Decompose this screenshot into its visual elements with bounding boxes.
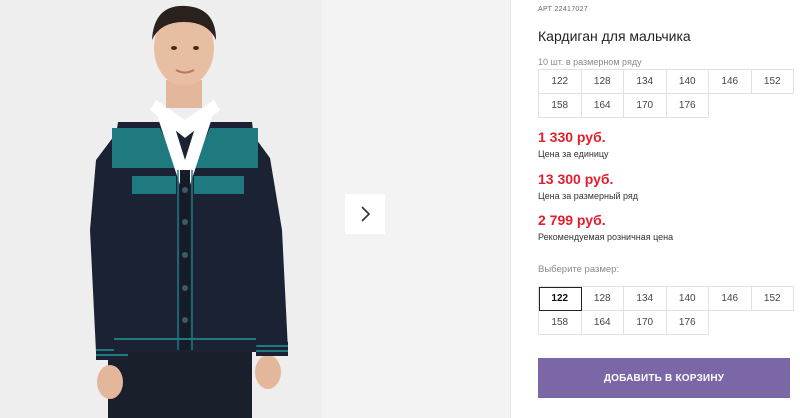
- size-option[interactable]: 152: [751, 287, 794, 311]
- add-to-cart-button[interactable]: ДОБАВИТЬ В КОРЗИНУ: [538, 358, 790, 398]
- size-picker-grid: 122 128 134 140 146 152 158 164 170 176: [538, 286, 794, 335]
- range-price-label: Цена за размерный ряд: [538, 191, 639, 201]
- retail-price: 2 799 руб.: [538, 212, 606, 228]
- product-title: Кардиган для мальчика: [538, 28, 691, 44]
- divider: [510, 0, 511, 418]
- range-size-cell: 122: [539, 70, 582, 94]
- size-option[interactable]: 134: [624, 287, 667, 311]
- size-range-note: 10 шт. в размерном ряду: [538, 57, 642, 67]
- boy-in-cardigan-illustration: [0, 0, 322, 418]
- article-value: 22417027: [554, 6, 588, 13]
- gallery-next-button[interactable]: [345, 194, 385, 234]
- size-picker-label: Выберите размер:: [538, 264, 620, 275]
- range-size-cell: 140: [666, 70, 709, 94]
- size-option[interactable]: 176: [666, 311, 709, 335]
- size-option[interactable]: 158: [539, 311, 582, 335]
- range-size-cell: 128: [581, 70, 624, 94]
- retail-price-label: Рекомендуемая розничная цена: [538, 232, 674, 242]
- range-size-cell: 176: [666, 94, 709, 118]
- size-option[interactable]: 122: [539, 287, 582, 311]
- range-size-cell: 164: [581, 94, 624, 118]
- article-number: АРТ 22417027: [538, 6, 588, 13]
- size-option[interactable]: 146: [709, 287, 752, 311]
- size-option[interactable]: 164: [581, 311, 624, 335]
- product-gallery: [0, 0, 510, 418]
- range-size-cell: 146: [709, 70, 752, 94]
- size-range-grid: 122 128 134 140 146 152 158 164 170 176: [538, 69, 794, 118]
- size-option[interactable]: 170: [624, 311, 667, 335]
- product-info: АРТ 22417027 Кардиган для мальчика 10 шт…: [538, 0, 794, 418]
- chevron-right-icon: [361, 206, 371, 222]
- unit-price-label: Цена за единицу: [538, 149, 609, 159]
- unit-price: 1 330 руб.: [538, 129, 606, 145]
- article-prefix: АРТ: [538, 6, 553, 13]
- range-size-cell: 170: [624, 94, 667, 118]
- size-option[interactable]: 140: [666, 287, 709, 311]
- size-option[interactable]: 128: [581, 287, 624, 311]
- product-photo: [0, 0, 322, 418]
- range-size-cell: 152: [751, 70, 794, 94]
- range-size-cell: 158: [539, 94, 582, 118]
- range-size-cell: 134: [624, 70, 667, 94]
- range-price: 13 300 руб.: [538, 171, 614, 187]
